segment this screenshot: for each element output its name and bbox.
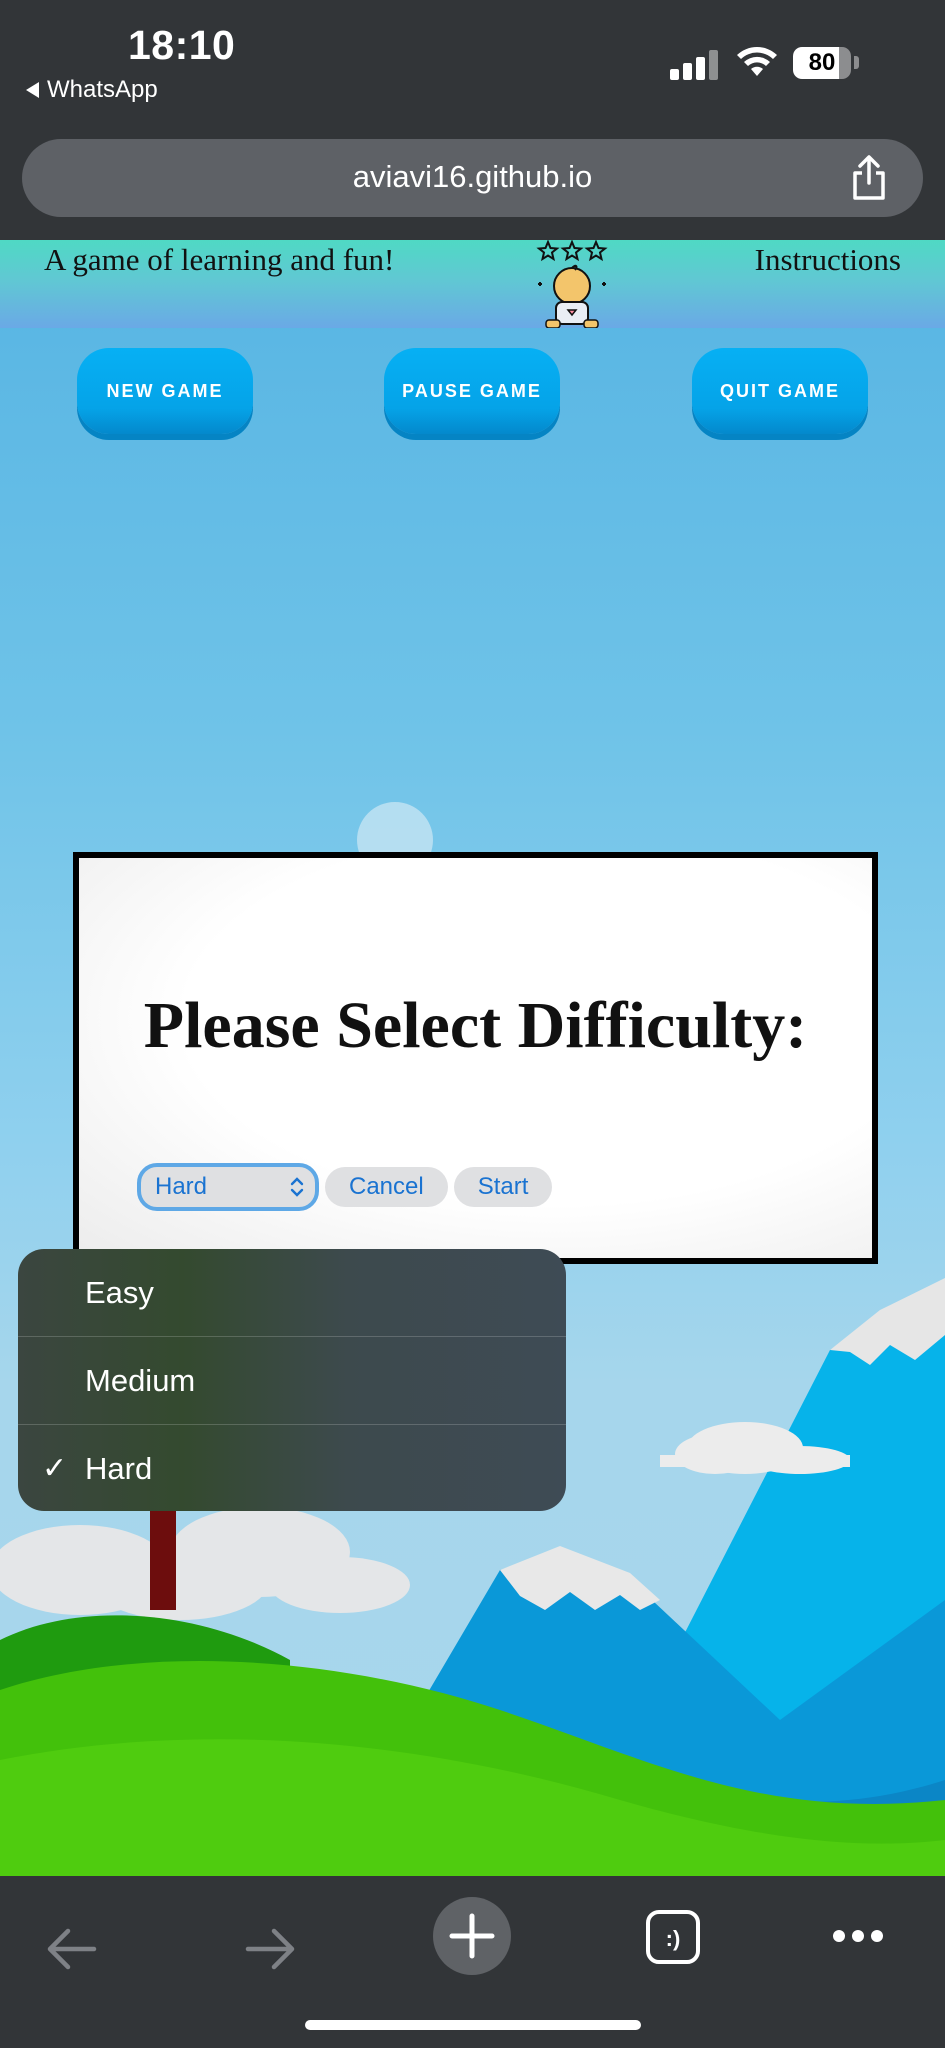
quit-game-button[interactable]: QUIT GAME	[692, 348, 868, 434]
option-easy[interactable]: Easy	[18, 1249, 566, 1336]
svg-text::): :)	[666, 1926, 681, 1951]
option-label: Easy	[85, 1274, 154, 1310]
cancel-button[interactable]: Cancel	[325, 1167, 448, 1207]
ios-status-and-url-bar: 18:10 WhatsApp 80 aviavi16.github.io	[0, 0, 945, 240]
difficulty-select-value: Hard	[155, 1173, 208, 1200]
browser-toolbar: :)	[0, 1876, 945, 2048]
back-triangle-icon	[26, 82, 39, 98]
pause-game-button[interactable]: PAUSE GAME	[384, 348, 560, 434]
forward-arrow-icon[interactable]	[242, 1926, 300, 1972]
battery-percentage: 80	[808, 49, 836, 76]
difficulty-options-menu: Easy Medium ✓ Hard	[18, 1249, 566, 1511]
wifi-icon	[737, 47, 777, 76]
select-updown-chevron-icon	[290, 1177, 304, 1197]
dialog-title: Please Select Difficulty:	[143, 989, 808, 1062]
instructions-link[interactable]: Instructions	[755, 242, 901, 278]
baby-stars-logo-icon	[536, 240, 608, 328]
new-game-button[interactable]: NEW GAME	[77, 348, 253, 434]
option-medium[interactable]: Medium	[18, 1337, 566, 1424]
dialog-controls: Hard Cancel Start	[137, 1163, 553, 1211]
difficulty-select[interactable]: Hard	[137, 1163, 319, 1211]
tabs-switcher-icon[interactable]: :)	[645, 1909, 701, 1965]
start-button[interactable]: Start	[453, 1167, 553, 1207]
share-icon[interactable]	[849, 155, 889, 201]
site-tagline: A game of learning and fun!	[44, 242, 395, 277]
checkmark-icon: ✓	[42, 1452, 68, 1485]
home-indicator[interactable]	[305, 2020, 641, 2030]
cellular-signal-icon	[670, 50, 720, 80]
address-bar[interactable]: aviavi16.github.io	[22, 139, 923, 217]
back-arrow-icon[interactable]	[42, 1926, 100, 1972]
more-options-icon[interactable]	[832, 1929, 884, 1943]
difficulty-dialog: Please Select Difficulty: Hard Cancel St…	[73, 852, 878, 1264]
back-to-app-link[interactable]: WhatsApp	[26, 76, 158, 104]
back-app-label: WhatsApp	[47, 76, 158, 103]
status-time: 18:10	[128, 22, 236, 68]
option-label: Medium	[85, 1362, 196, 1398]
game-page: A game of learning and fun! Instructions…	[0, 240, 945, 1876]
site-header: A game of learning and fun! Instructions	[0, 240, 945, 328]
option-label: Hard	[85, 1450, 153, 1486]
battery-icon: 80	[793, 47, 851, 79]
new-tab-plus-icon[interactable]	[432, 1896, 512, 1976]
option-hard[interactable]: ✓ Hard	[18, 1425, 566, 1511]
url-text: aviavi16.github.io	[352, 159, 593, 194]
battery-tip	[854, 56, 859, 69]
